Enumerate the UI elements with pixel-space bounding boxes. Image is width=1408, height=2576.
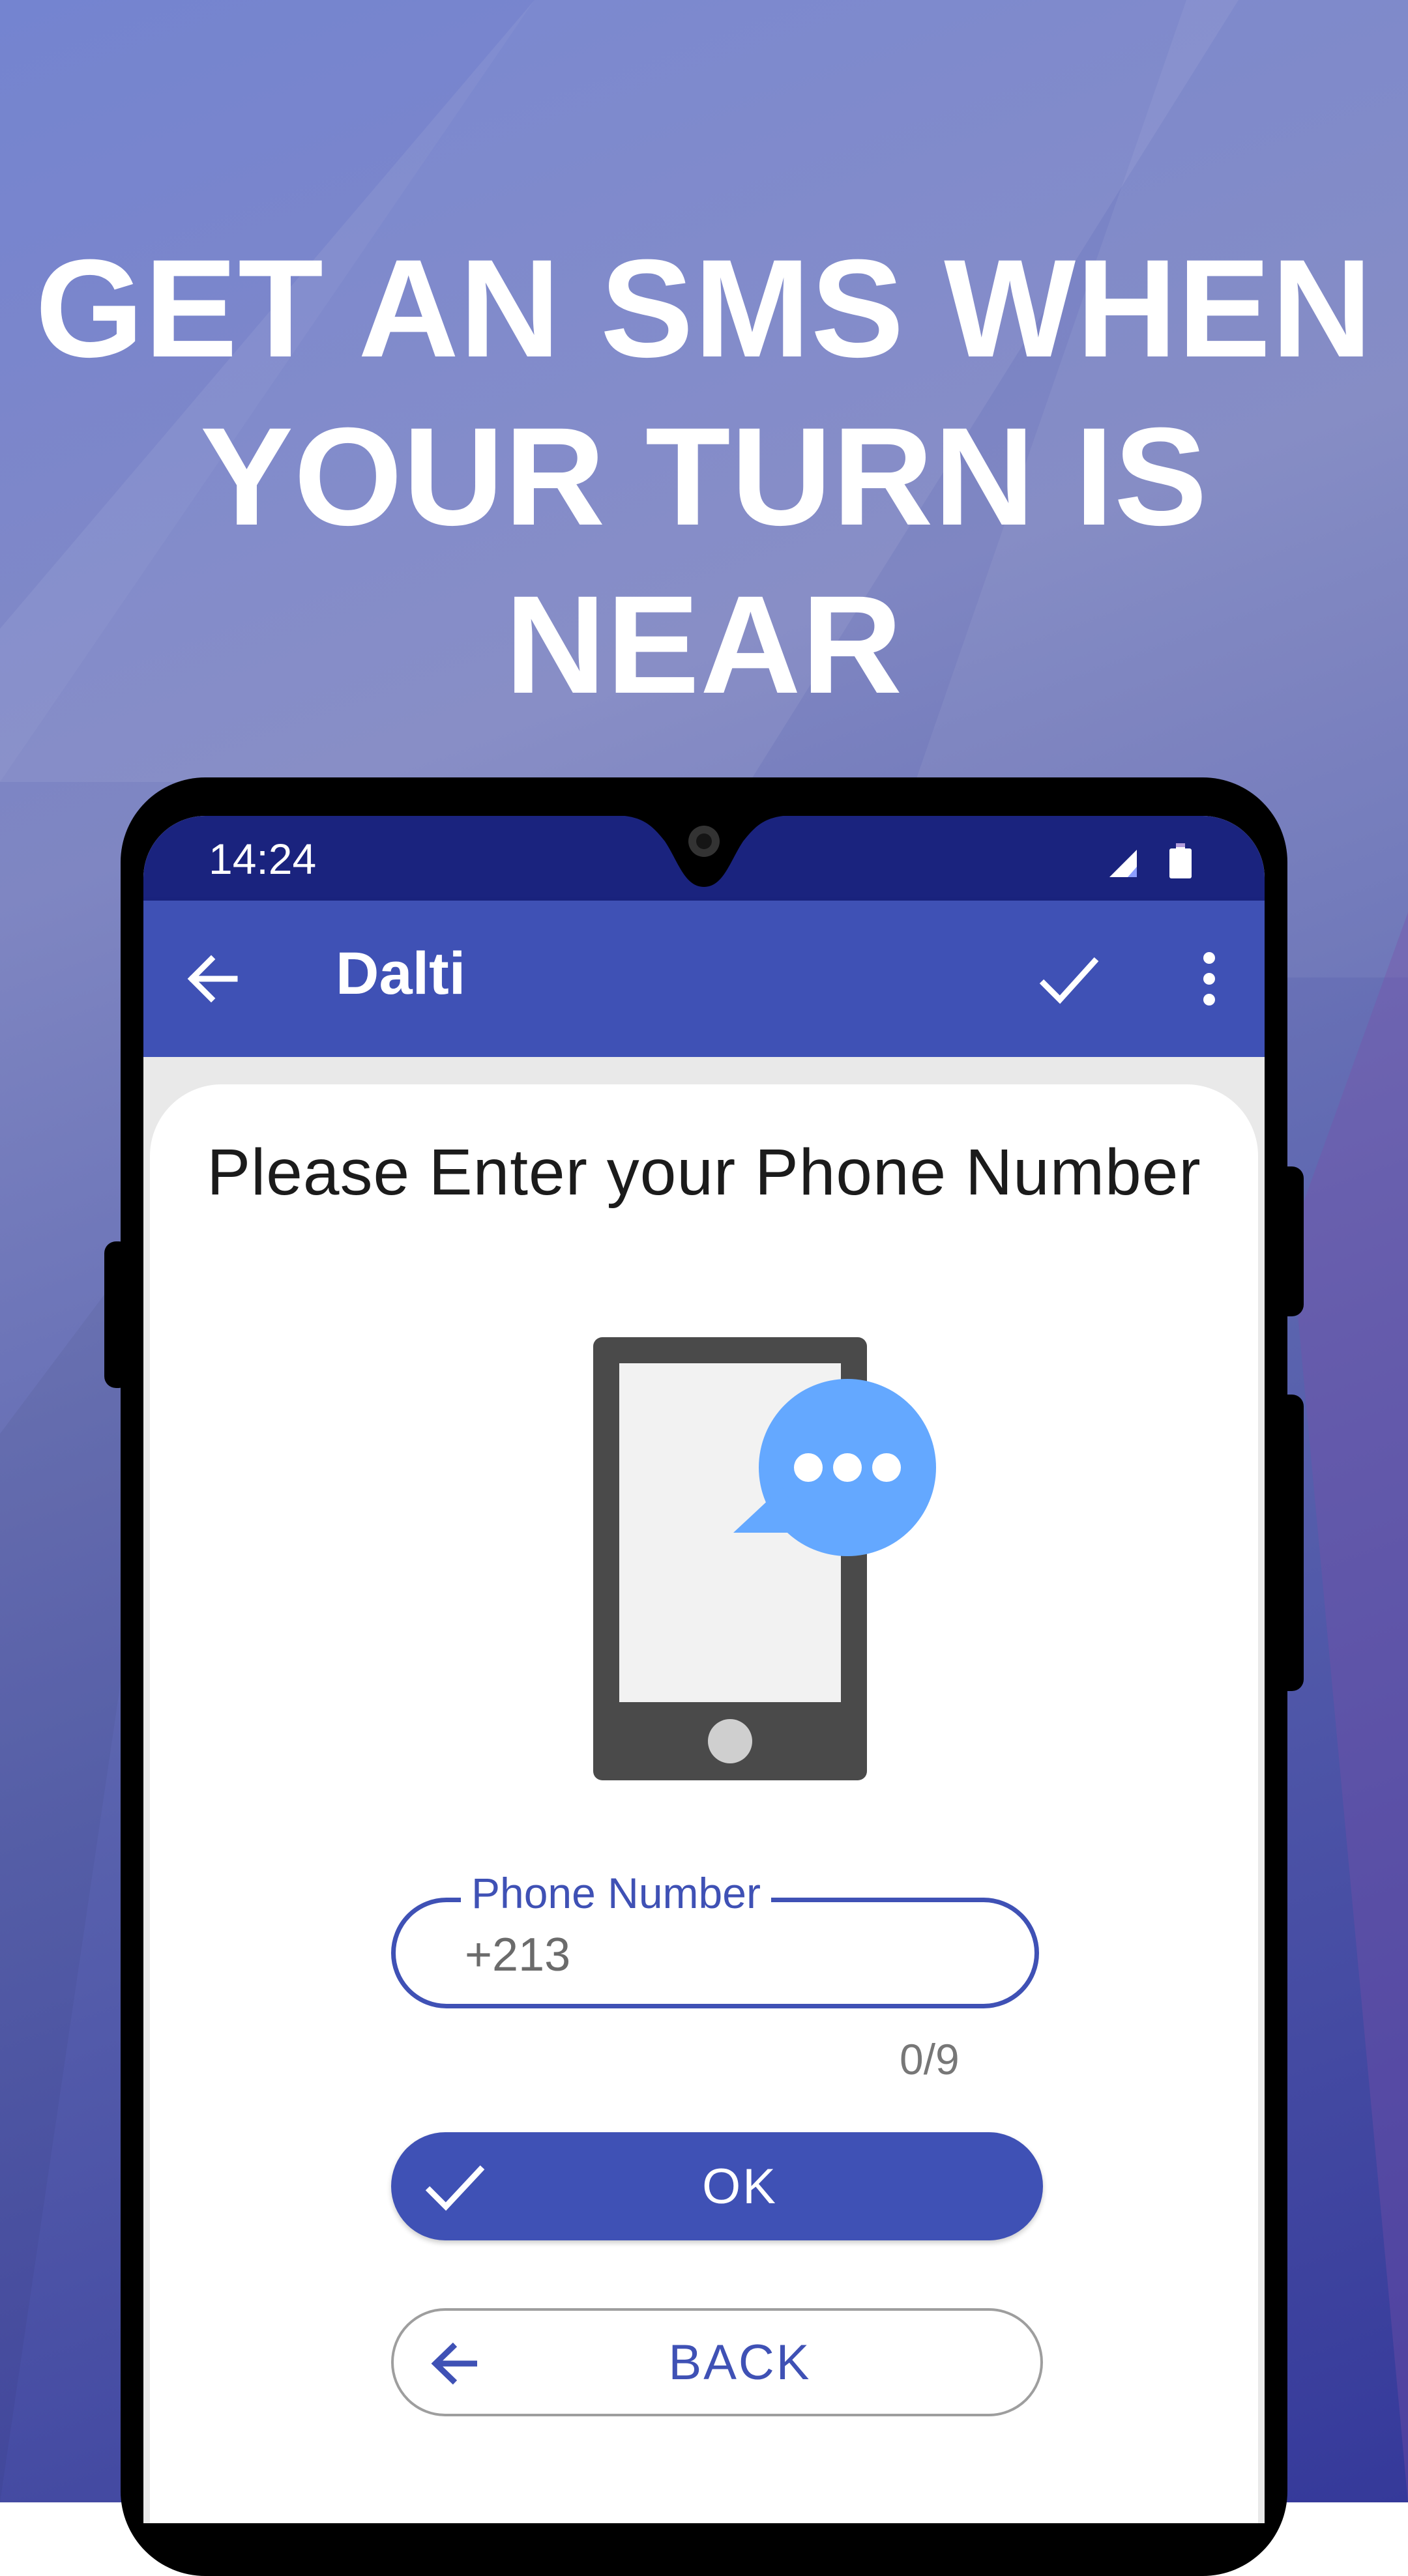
more-vert-icon[interactable] — [1190, 948, 1229, 1010]
headline: GET AN SMS WHEN YOUR TURN IS NEAR — [0, 225, 1408, 729]
status-icons — [1109, 843, 1192, 878]
phone-side-button-right-top — [1274, 1166, 1304, 1316]
phone-message-illustration — [593, 1337, 936, 1780]
phone-side-button-right-bottom — [1274, 1395, 1304, 1691]
ok-button[interactable]: OK — [391, 2132, 1043, 2240]
app-toolbar: Dalti — [143, 901, 1265, 1057]
headline-line-2: YOUR TURN IS NEAR — [200, 399, 1208, 723]
phone-screen: 14:24 Dalti Please Enter your Phone Numb… — [143, 816, 1265, 2523]
battery-icon — [1169, 848, 1192, 878]
app-title: Dalti — [336, 940, 466, 1007]
content-card — [150, 1084, 1258, 2523]
phone-number-field[interactable]: Phone Number +213 — [391, 1868, 1039, 2008]
character-counter: 0/9 — [900, 2035, 960, 2083]
check-icon[interactable] — [1036, 948, 1102, 1010]
page-title: Please Enter your Phone Number — [207, 1136, 1201, 1209]
ok-button-label: OK — [702, 2159, 778, 2214]
phone-prefix: +213 — [465, 1929, 571, 1981]
headline-line-1: GET AN SMS WHEN — [35, 231, 1373, 386]
back-button-label: BACK — [668, 2335, 812, 2390]
phone-number-label: Phone Number — [461, 1868, 771, 1918]
back-arrow-icon[interactable] — [183, 948, 245, 1010]
status-time: 14:24 — [209, 835, 317, 883]
camera-notch — [624, 816, 784, 887]
back-button[interactable]: BACK — [391, 2308, 1043, 2416]
phone-side-button-left — [104, 1241, 130, 1388]
